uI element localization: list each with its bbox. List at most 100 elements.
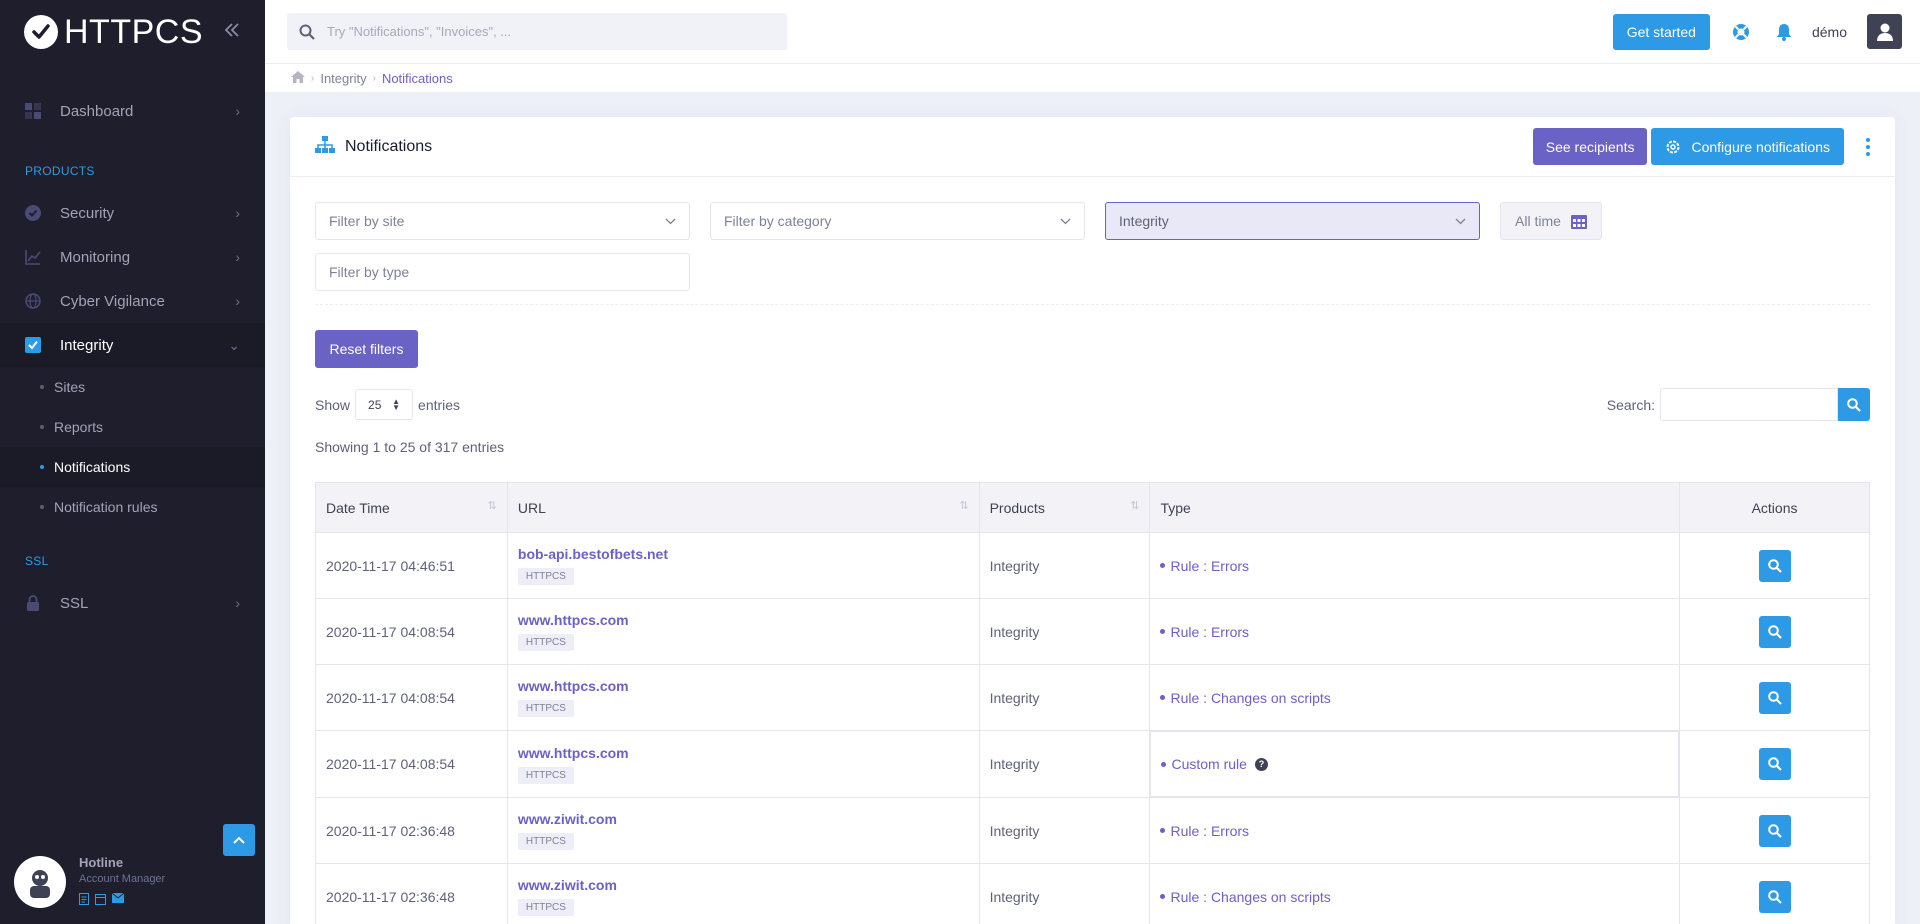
filter-product-select[interactable]: Integrity [1105,202,1480,240]
calendar-icon[interactable] [95,893,106,908]
type-link[interactable]: Rule : Changes on scripts [1160,889,1669,905]
lock-icon [25,595,41,611]
cell-product: Integrity [978,664,1151,731]
sort-icon: ⇅ [1130,500,1140,512]
chart-line-icon [25,249,41,265]
cell-date: 2020-11-17 04:46:51 [315,532,508,599]
column-header-date[interactable]: Date Time ⇅ [315,482,508,533]
more-options-icon[interactable] [1866,137,1870,156]
sidebar-item-label: SSL [60,594,89,612]
cell-url: www.httpcs.com HTTPCS [506,730,980,798]
url-link[interactable]: www.httpcs.com [518,678,969,694]
chevron-right-icon: › [235,249,240,265]
cell-actions [1679,532,1870,599]
collapse-sidebar-icon[interactable] [223,19,241,45]
table-info: Showing 1 to 25 of 317 entries [315,439,505,455]
filter-site-select[interactable]: Filter by site [315,202,690,240]
select-value: Filter by category [724,213,832,229]
column-header-products[interactable]: Products ⇅ [978,482,1151,533]
scroll-top-button[interactable] [223,824,255,856]
date-range-picker[interactable]: All time [1500,202,1602,240]
filter-type-select[interactable]: Filter by type [315,253,690,291]
site-tag: HTTPCS [517,634,574,651]
notifications-table: Date Time ⇅ URL ⇅ Products ⇅ Type Actions 2… [315,482,1870,924]
sidebar-subitem-reports[interactable]: Reports [0,407,265,447]
breadcrumb-separator: › [311,72,315,84]
bullet-icon [40,465,44,469]
sidebar-item-security[interactable]: Security › [0,191,265,235]
url-link[interactable]: www.ziwit.com [518,877,969,893]
url-link[interactable]: www.ziwit.com [518,811,969,827]
sidebar-subitem-notification-rules[interactable]: Notification rules [0,487,265,527]
sidebar-item-integrity[interactable]: Integrity ⌄ [0,323,265,367]
search-input[interactable] [327,24,747,39]
avatar [14,855,66,908]
sidebar-subitem-sites[interactable]: Sites [0,367,265,407]
table-header-row: Date Time ⇅ URL ⇅ Products ⇅ Type Actions [315,482,1870,533]
section-label-products: PRODUCTS [25,164,95,178]
cell-date: 2020-11-17 04:08:54 [315,664,508,731]
url-link[interactable]: bob-api.bestofbets.net [518,546,969,562]
subitem-label: Reports [54,419,104,435]
type-link[interactable]: Custom rule [1161,756,1247,772]
configure-notifications-button[interactable]: Configure notifications [1651,128,1844,165]
user-icon [1876,23,1893,41]
sort-icon: ⇅ [487,500,497,512]
type-link[interactable]: Rule : Errors [1160,823,1669,839]
page-length-select[interactable]: 25 ▲ ▼ [355,389,414,420]
cell-actions [1679,664,1870,731]
table-row: 2020-11-17 04:08:54 www.httpcs.com HTTPC… [315,730,1870,798]
url-link[interactable]: www.httpcs.com [518,612,969,628]
sidebar-item-cyber-vigilance[interactable]: Cyber Vigilance › [0,279,265,323]
sidebar-item-ssl[interactable]: SSL › [0,581,265,625]
notifications-card: Notifications See recipients Configure n… [290,117,1895,924]
cell-type: Custom rule? [1150,731,1680,797]
view-details-button[interactable] [1758,549,1791,582]
breadcrumb-integrity[interactable]: Integrity [320,71,366,86]
cell-url: www.httpcs.com HTTPCS [506,664,980,731]
view-details-button[interactable] [1758,615,1791,648]
column-header-url[interactable]: URL ⇅ [506,482,980,533]
select-value: Filter by site [329,213,405,229]
get-started-button[interactable]: Get started [1612,13,1710,50]
global-search[interactable] [287,13,787,50]
see-recipients-button[interactable]: See recipients [1532,128,1648,165]
table-search-input[interactable] [1660,388,1838,421]
type-link[interactable]: Rule : Errors [1160,624,1669,640]
type-link[interactable]: Rule : Errors [1160,558,1669,574]
table-row: 2020-11-17 04:08:54 www.httpcs.com HTTPC… [315,664,1870,731]
view-details-button[interactable] [1758,748,1791,780]
breadcrumb-separator: › [372,72,376,84]
table-row: 2020-11-17 02:36:48 www.ziwit.com HTTPCS… [315,863,1870,924]
cell-type: Rule : Changes on scripts [1149,863,1681,924]
type-link[interactable]: Rule : Changes on scripts [1160,690,1669,706]
user-name[interactable]: démo [1812,24,1847,40]
mail-icon[interactable] [111,892,125,908]
view-details-button[interactable] [1758,814,1791,847]
help-icon[interactable]: ? [1254,757,1268,771]
lifebuoy-icon[interactable] [1732,23,1750,41]
sidebar-item-label: Dashboard [60,102,134,120]
bell-icon[interactable] [1776,23,1792,41]
chevron-down-icon [1060,218,1071,224]
sidebar-item-label: Security [60,204,115,222]
cell-product: Integrity [978,863,1151,924]
user-menu-button[interactable] [1867,14,1902,49]
cell-url: www.httpcs.com HTTPCS [506,598,980,665]
sidebar-item-monitoring[interactable]: Monitoring › [0,235,265,279]
reset-filters-button[interactable]: Reset filters [315,330,418,368]
document-icon[interactable] [79,893,89,908]
sidebar-item-dashboard[interactable]: Dashboard › [0,89,265,133]
sidebar-subitem-notifications[interactable]: Notifications [0,447,265,487]
home-icon[interactable] [291,70,305,86]
entries-label: entries [418,396,461,413]
table-search-button[interactable] [1838,388,1870,421]
filter-category-select[interactable]: Filter by category [710,202,1085,240]
column-header-type: Type [1149,482,1681,533]
hotline-name: Hotline [79,855,124,870]
url-link[interactable]: www.httpcs.com [518,745,969,761]
cell-date: 2020-11-17 04:08:54 [315,598,508,665]
view-details-button[interactable] [1758,880,1791,913]
cell-type: Rule : Errors [1149,532,1681,599]
view-details-button[interactable] [1758,681,1791,714]
